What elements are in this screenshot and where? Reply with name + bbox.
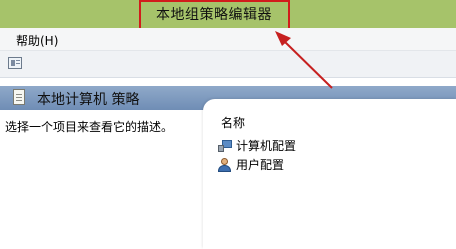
computer-icon	[217, 139, 233, 153]
toolbar	[0, 51, 456, 78]
list-item-label: 计算机配置	[236, 139, 297, 153]
menu-bar: 帮助(H)	[0, 28, 456, 51]
policy-header-title: 本地计算机 策略	[37, 92, 140, 108]
policy-document-icon	[13, 89, 25, 105]
column-header-name[interactable]: 名称	[221, 114, 245, 131]
show-hide-pane-icon[interactable]	[8, 57, 22, 69]
user-icon	[217, 158, 233, 172]
description-hint: 选择一个项目来查看它的描述。	[5, 120, 174, 134]
menu-help[interactable]: 帮助(H)	[16, 32, 58, 49]
list-item-user-config[interactable]: 用户配置	[217, 156, 284, 173]
list-item-label: 用户配置	[236, 158, 285, 172]
details-pane: 名称 计算机配置 用户配置	[203, 99, 456, 249]
list-item-computer-config[interactable]: 计算机配置	[217, 137, 296, 154]
